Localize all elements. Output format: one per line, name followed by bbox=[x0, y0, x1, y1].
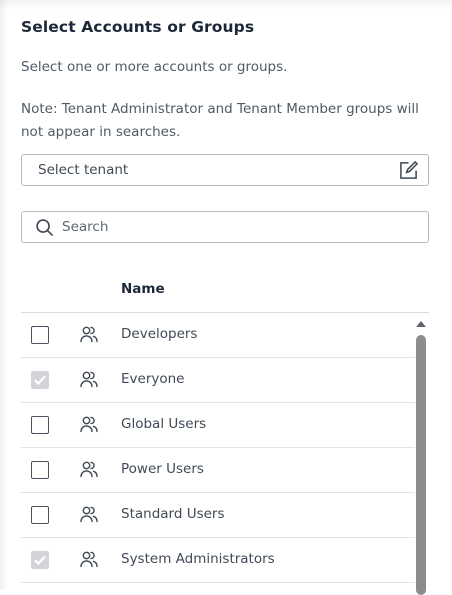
row-name: System Administrators bbox=[121, 551, 275, 567]
table-row[interactable]: Everyone bbox=[21, 358, 415, 403]
table-row[interactable]: Global Users bbox=[21, 403, 415, 448]
accounts-table: Developers Everyone Global Users Power U… bbox=[21, 313, 415, 590]
row-name: Global Users bbox=[121, 416, 207, 432]
row-checkbox[interactable] bbox=[31, 326, 49, 344]
table-row[interactable]: Developers bbox=[21, 313, 415, 358]
row-name: Everyone bbox=[121, 371, 185, 387]
row-checkbox[interactable] bbox=[31, 461, 49, 479]
table-row[interactable]: System Administrators bbox=[21, 538, 415, 583]
row-checkbox[interactable] bbox=[31, 416, 49, 434]
left-shadow bbox=[0, 0, 8, 590]
table-row[interactable]: Power Users bbox=[21, 448, 415, 493]
scrollbar-thumb[interactable] bbox=[416, 335, 426, 595]
group-icon bbox=[80, 416, 98, 433]
search-input[interactable] bbox=[62, 216, 412, 238]
group-icon bbox=[80, 326, 98, 343]
group-icon bbox=[80, 371, 98, 388]
dialog-subtitle: Select one or more accounts or groups. bbox=[21, 59, 288, 75]
group-icon bbox=[80, 551, 98, 568]
top-shadow bbox=[0, 0, 452, 10]
row-checkbox[interactable] bbox=[31, 506, 49, 524]
column-header-name[interactable]: Name bbox=[121, 281, 165, 297]
dialog-note: Note: Tenant Administrator and Tenant Me… bbox=[21, 101, 419, 140]
checkmark-icon bbox=[34, 375, 46, 386]
row-name: Power Users bbox=[121, 461, 204, 477]
edit-icon[interactable] bbox=[399, 161, 418, 180]
dialog-title: Select Accounts or Groups bbox=[21, 18, 255, 36]
tenant-select-placeholder: Select tenant bbox=[38, 162, 129, 178]
search-box[interactable] bbox=[21, 211, 429, 243]
row-name: Developers bbox=[121, 326, 198, 342]
row-checkbox-checked bbox=[31, 371, 49, 389]
row-checkbox-checked bbox=[31, 551, 49, 569]
group-icon bbox=[80, 461, 98, 478]
checkmark-icon bbox=[34, 555, 46, 566]
row-name: Standard Users bbox=[121, 506, 225, 522]
group-icon bbox=[80, 506, 98, 523]
table-row[interactable]: Standard Users bbox=[21, 493, 415, 538]
search-icon bbox=[36, 219, 54, 237]
scroll-up-arrow-icon[interactable] bbox=[416, 321, 426, 327]
tenant-select[interactable]: Select tenant bbox=[21, 154, 429, 186]
